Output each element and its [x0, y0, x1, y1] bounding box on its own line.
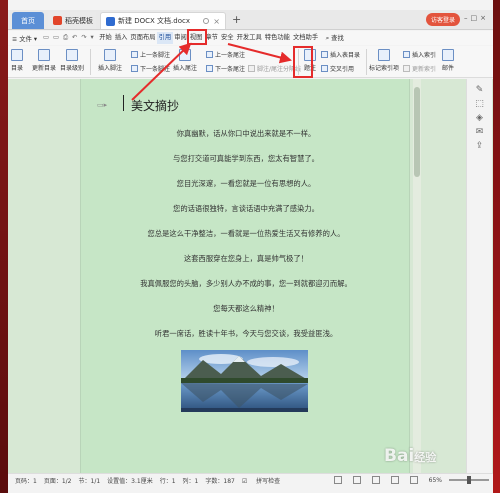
baidu-watermark: Bai经验 — [384, 446, 437, 466]
arrow-to-references — [131, 42, 192, 101]
arrow-to-caption — [227, 43, 292, 64]
annotation-arrows — [131, 42, 292, 101]
